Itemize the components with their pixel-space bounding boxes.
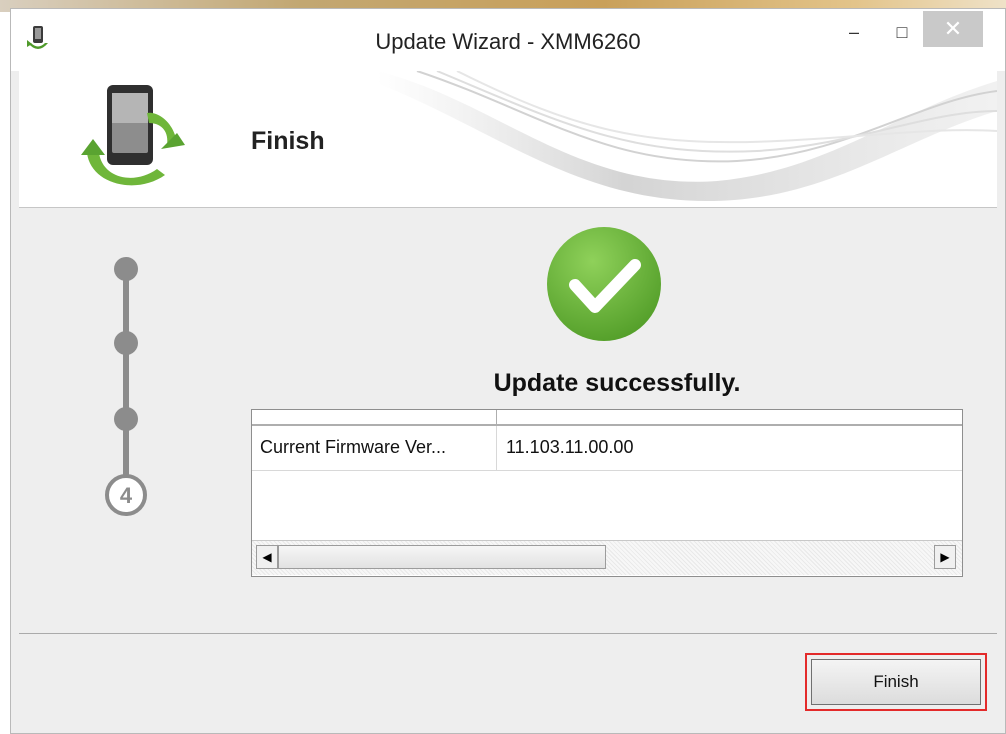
- footer-divider: [19, 633, 997, 634]
- row-label-cell: Current Firmware Ver...: [260, 437, 447, 457]
- step-title: Finish: [251, 127, 325, 155]
- scroll-left-button[interactable]: ◀: [256, 545, 278, 569]
- row-value-cell: 11.103.11.00.00: [506, 437, 634, 457]
- horizontal-scrollbar[interactable]: ◀ ▶: [252, 540, 962, 575]
- table-row[interactable]: Current Firmware Ver... 11.103.11.00.00: [252, 426, 962, 471]
- info-table: Current Firmware Ver... 11.103.11.00.00 …: [251, 409, 963, 577]
- scroll-right-button[interactable]: ▶: [934, 545, 956, 569]
- maximize-button[interactable]: □: [885, 17, 919, 47]
- step-marker-3: [114, 407, 138, 431]
- step-marker-1: [114, 257, 138, 281]
- title-bar[interactable]: Update Wizard - XMM6260 – □ ✕: [11, 9, 1005, 71]
- scroll-thumb[interactable]: [278, 545, 606, 569]
- finish-button[interactable]: Finish: [811, 659, 981, 705]
- update-wizard-window: Update Wizard - XMM6260 – □ ✕ Finish 4 U…: [10, 8, 1006, 734]
- close-button[interactable]: ✕: [923, 11, 983, 47]
- status-message: Update successfully.: [493, 369, 741, 397]
- phone-sync-icon: [81, 85, 185, 186]
- step-marker-2: [114, 331, 138, 355]
- checkmark-circle-icon: [547, 227, 661, 341]
- decorative-swoosh: [377, 71, 997, 201]
- column-divider[interactable]: [496, 410, 497, 424]
- current-step-number: 4: [120, 483, 133, 508]
- table-header: [252, 410, 962, 426]
- wizard-header-banner: Finish: [19, 71, 997, 208]
- minimize-button[interactable]: –: [837, 17, 871, 47]
- progress-steps: 4: [105, 257, 147, 516]
